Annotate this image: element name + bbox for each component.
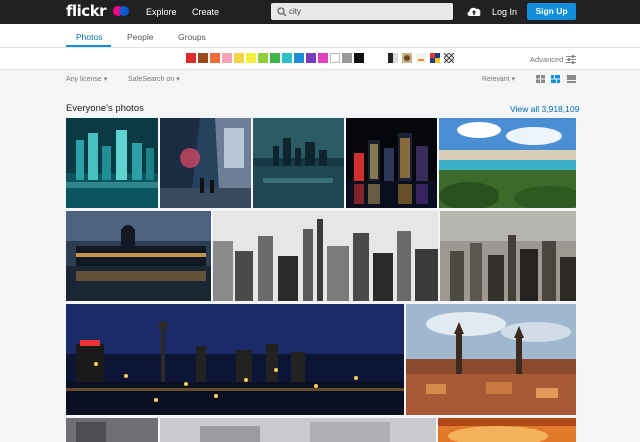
shallow-depth-filter-icon[interactable] xyxy=(402,53,412,63)
license-dropdown[interactable]: Any license ▾ xyxy=(66,75,107,84)
view-all-link[interactable]: View all 3,918,109 xyxy=(510,104,579,115)
justified-view-icon[interactable] xyxy=(551,75,560,83)
color-swatch-gold[interactable] xyxy=(234,53,244,63)
advanced-search-link[interactable]: Advanced xyxy=(530,55,563,64)
color-swatch-black[interactable] xyxy=(354,53,364,63)
chevron-down-icon: ▾ xyxy=(176,76,180,83)
photo-thumbnail[interactable] xyxy=(66,304,404,415)
photo-thumbnail[interactable] xyxy=(439,118,576,208)
photo-thumbnail[interactable] xyxy=(213,211,438,301)
user-menu-dots-icon[interactable] xyxy=(113,5,129,17)
color-swatch-white[interactable] xyxy=(330,53,340,63)
tab-photos[interactable]: Photos xyxy=(76,32,102,43)
color-swatch-red[interactable] xyxy=(186,53,196,63)
search-icon xyxy=(277,7,287,17)
signup-button[interactable]: Sign Up xyxy=(527,3,576,20)
login-link[interactable]: Log In xyxy=(492,6,517,18)
color-swatch-magenta[interactable] xyxy=(318,53,328,63)
photo-thumbnail[interactable] xyxy=(346,118,437,208)
photo-thumbnail[interactable] xyxy=(160,418,436,442)
photo-thumbnail[interactable] xyxy=(440,211,576,301)
license-value: Any license xyxy=(66,76,102,83)
upload-cloud-icon[interactable] xyxy=(466,5,482,18)
active-tab-indicator xyxy=(66,45,111,47)
sliders-icon[interactable] xyxy=(566,55,576,64)
chevron-down-icon: ▾ xyxy=(103,76,108,83)
color-swatch-purple[interactable] xyxy=(306,53,316,63)
flickr-logo[interactable]: flickr xyxy=(66,3,107,19)
color-swatch-pink[interactable] xyxy=(222,53,232,63)
sort-value: Relevant xyxy=(482,76,510,83)
section-title: Everyone's photos xyxy=(66,103,144,114)
explore-link[interactable]: Explore xyxy=(146,6,177,18)
color-swatch-brown[interactable] xyxy=(198,53,208,63)
tab-groups[interactable]: Groups xyxy=(178,32,206,43)
patterns-filter-icon[interactable] xyxy=(430,53,440,63)
textures-filter-icon[interactable] xyxy=(444,53,454,63)
color-swatch-lime[interactable] xyxy=(258,53,268,63)
black-and-white-filter-icon[interactable] xyxy=(388,53,398,63)
photo-thumbnail[interactable] xyxy=(66,211,211,301)
color-swatch-blue[interactable] xyxy=(294,53,304,63)
photo-thumbnail[interactable] xyxy=(66,118,158,208)
search-input[interactable]: city xyxy=(271,3,453,20)
photo-thumbnail[interactable] xyxy=(406,304,576,415)
color-swatch-gray[interactable] xyxy=(342,53,352,63)
grid-view-icon[interactable] xyxy=(536,75,545,83)
photo-thumbnail[interactable] xyxy=(66,418,158,442)
safesearch-dropdown[interactable]: SafeSearch on ▾ xyxy=(128,75,180,84)
color-swatch-green[interactable] xyxy=(270,53,280,63)
photo-thumbnail[interactable] xyxy=(253,118,344,208)
photo-thumbnail[interactable] xyxy=(438,418,576,442)
color-swatch-yellow[interactable] xyxy=(246,53,256,63)
color-swatch-orange[interactable] xyxy=(210,53,220,63)
sort-dropdown[interactable]: Relevant ▾ xyxy=(482,75,515,84)
color-swatch-teal[interactable] xyxy=(282,53,292,63)
tab-people[interactable]: People xyxy=(127,32,153,43)
chevron-down-icon: ▾ xyxy=(511,76,516,83)
minimalist-filter-icon[interactable] xyxy=(416,53,426,63)
create-link[interactable]: Create xyxy=(192,6,219,18)
detail-view-icon[interactable] xyxy=(567,75,576,83)
search-value: city xyxy=(289,7,301,16)
photo-thumbnail[interactable] xyxy=(160,118,251,208)
safesearch-value: SafeSearch on xyxy=(128,76,175,83)
